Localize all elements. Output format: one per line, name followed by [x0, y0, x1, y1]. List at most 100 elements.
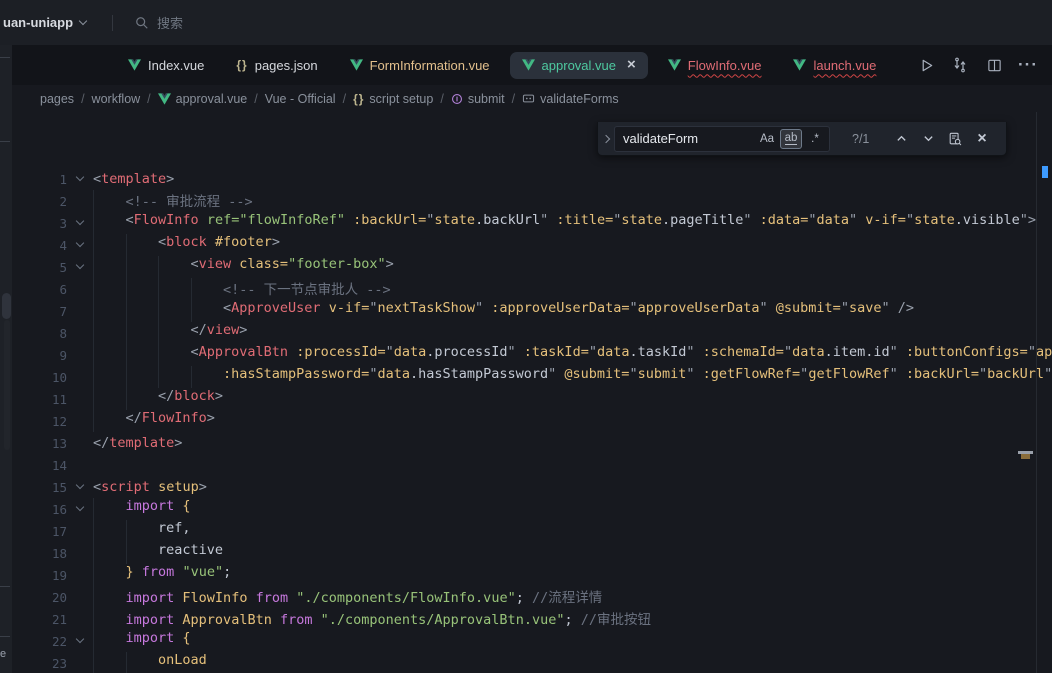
code-line[interactable]: 15 <script setup> — [12, 476, 1052, 498]
whole-word-toggle[interactable]: ab — [780, 129, 802, 149]
tab-flowinfo-vue[interactable]: FlowInfo.vue — [656, 52, 774, 79]
code-text[interactable]: <script setup> — [93, 479, 207, 495]
line-number[interactable]: 7 — [12, 304, 67, 319]
code-line[interactable]: 8 </view> — [12, 322, 1052, 344]
find-in-selection-button[interactable] — [943, 127, 967, 151]
line-number[interactable]: 2 — [12, 194, 67, 209]
line-number[interactable]: 8 — [12, 326, 67, 341]
code-line[interactable]: 9 <ApprovalBtn :processId="data.processId… — [12, 344, 1052, 366]
fold-chevron-icon[interactable] — [67, 244, 93, 246]
line-number[interactable]: 21 — [12, 612, 67, 627]
line-number[interactable]: 11 — [12, 392, 67, 407]
compare-changes-button[interactable] — [948, 53, 972, 77]
tab-launch-vue[interactable]: launch.vue — [781, 52, 888, 79]
fold-chevron-icon[interactable] — [67, 640, 93, 642]
line-number[interactable]: 3 — [12, 216, 67, 231]
line-number[interactable]: 22 — [12, 634, 67, 649]
code-text[interactable]: <!-- 审批流程 --> — [93, 190, 253, 212]
breadcrumb-item-script-setup[interactable]: {}script setup — [353, 92, 433, 106]
code-line[interactable]: 12 </FlowInfo> — [12, 410, 1052, 432]
match-case-toggle[interactable]: Aa — [756, 129, 778, 149]
code-text[interactable]: <block #footer> — [93, 234, 280, 256]
code-text[interactable]: :hasStampPassword="data.hasStampPassword… — [93, 366, 1052, 388]
code-line[interactable]: 3 <FlowInfo ref="flowInfoRef" :backUrl="s… — [12, 212, 1052, 234]
fold-chevron-icon[interactable] — [67, 178, 93, 180]
code-line[interactable]: 7<ApproveUser v-if="nextTaskShow" :appro… — [12, 300, 1052, 322]
code-text[interactable]: <!-- 下一节点审批人 --> — [93, 278, 391, 300]
code-line[interactable]: 21 import ApprovalBtn from "./components/… — [12, 608, 1052, 630]
line-number[interactable]: 10 — [12, 370, 67, 385]
code-text[interactable]: </FlowInfo> — [93, 410, 215, 432]
code-text[interactable]: onLoad — [93, 652, 207, 673]
code-line[interactable]: 11 </block> — [12, 388, 1052, 410]
code-text[interactable]: </view> — [93, 322, 247, 344]
line-number[interactable]: 17 — [12, 524, 67, 539]
tab-forminformation-vue[interactable]: FormInformation.vue — [338, 52, 502, 79]
code-line[interactable]: 19 } from "vue"; — [12, 564, 1052, 586]
line-number[interactable]: 16 — [12, 502, 67, 517]
breadcrumb-item-validateforms[interactable]: validateForms — [522, 92, 619, 106]
code-text[interactable]: <template> — [93, 171, 174, 187]
code-line[interactable]: 17 ref, — [12, 520, 1052, 542]
code-text[interactable]: <view class="footer-box"> — [93, 256, 394, 278]
line-number[interactable]: 14 — [12, 458, 67, 473]
code-line[interactable]: 23 onLoad — [12, 652, 1052, 673]
breadcrumb-item-submit[interactable]: submit — [451, 92, 505, 106]
code-line[interactable]: 20 import FlowInfo from "./components/Flo… — [12, 586, 1052, 608]
tab-approval-vue[interactable]: approval.vue× — [510, 52, 648, 79]
line-number[interactable]: 5 — [12, 260, 67, 275]
code-line[interactable]: 22 import { — [12, 630, 1052, 652]
code-editor[interactable]: 1 <template> 2 <!-- 审批流程 --> 3 <FlowInfo ref=… — [12, 112, 1052, 673]
breadcrumb-item-vue-official[interactable]: Vue - Official — [265, 92, 336, 106]
code-text[interactable]: import ApprovalBtn from "./components/Ap… — [93, 608, 651, 630]
code-line[interactable]: 18reactive — [12, 542, 1052, 564]
global-search[interactable]: 搜索 — [135, 13, 183, 32]
tab-pages-json[interactable]: {}pages.json — [224, 52, 329, 79]
line-number[interactable]: 15 — [12, 480, 67, 495]
line-number[interactable]: 23 — [12, 656, 67, 671]
find-next-button[interactable] — [916, 127, 940, 151]
sliver-scroll-handle[interactable] — [2, 293, 11, 319]
code-line[interactable]: 1 <template> — [12, 168, 1052, 190]
line-number[interactable]: 18 — [12, 546, 67, 561]
line-number[interactable]: 20 — [12, 590, 67, 605]
fold-chevron-icon[interactable] — [67, 508, 93, 510]
line-number[interactable]: 6 — [12, 282, 67, 297]
code-text[interactable]: <ApprovalBtn :processId="data.processId"… — [93, 344, 1052, 366]
split-editor-button[interactable] — [982, 53, 1006, 77]
code-text[interactable]: } from "vue"; — [93, 564, 231, 586]
code-line[interactable]: 2 <!-- 审批流程 --> — [12, 190, 1052, 212]
breadcrumb-item-workflow[interactable]: workflow — [92, 92, 141, 106]
code-line[interactable]: 4 <block #footer> — [12, 234, 1052, 256]
fold-chevron-icon[interactable] — [67, 222, 93, 224]
code-text[interactable]: ref, — [93, 520, 191, 542]
close-tab-icon[interactable]: × — [627, 60, 636, 70]
code-line[interactable]: 14 — [12, 454, 1052, 476]
more-actions-button[interactable]: ··· — [1016, 53, 1040, 77]
code-line[interactable]: 13 </template> — [12, 432, 1052, 454]
code-text[interactable]: import { — [93, 630, 191, 652]
line-number[interactable]: 13 — [12, 436, 67, 451]
line-number[interactable]: 19 — [12, 568, 67, 583]
code-text[interactable]: </block> — [93, 388, 223, 410]
breadcrumb-item-pages[interactable]: pages — [40, 92, 74, 106]
code-text[interactable]: import FlowInfo from "./components/FlowI… — [93, 586, 602, 608]
breadcrumb-item-approval-vue[interactable]: approval.vue — [158, 92, 248, 106]
find-close-button[interactable]: × — [970, 127, 994, 151]
line-number[interactable]: 4 — [12, 238, 67, 253]
fold-chevron-icon[interactable] — [67, 266, 93, 268]
code-line[interactable]: 16import { — [12, 498, 1052, 520]
code-text[interactable]: </template> — [93, 435, 182, 451]
code-text[interactable]: <FlowInfo ref="flowInfoRef" :backUrl="st… — [93, 212, 1036, 234]
line-number[interactable]: 9 — [12, 348, 67, 363]
code-line[interactable]: 5 <view class="footer-box"> — [12, 256, 1052, 278]
line-number[interactable]: 1 — [12, 172, 67, 187]
tab-index-vue[interactable]: Index.vue — [116, 52, 216, 79]
run-button[interactable] — [914, 53, 938, 77]
line-number[interactable]: 12 — [12, 414, 67, 429]
project-menu[interactable]: uan-uniapp — [3, 15, 86, 30]
find-previous-button[interactable] — [889, 127, 913, 151]
toggle-replace-button[interactable] — [598, 136, 614, 142]
code-line[interactable]: 10 :hasStampPassword="data.hasStampPasswo… — [12, 366, 1052, 388]
fold-chevron-icon[interactable] — [67, 486, 93, 488]
